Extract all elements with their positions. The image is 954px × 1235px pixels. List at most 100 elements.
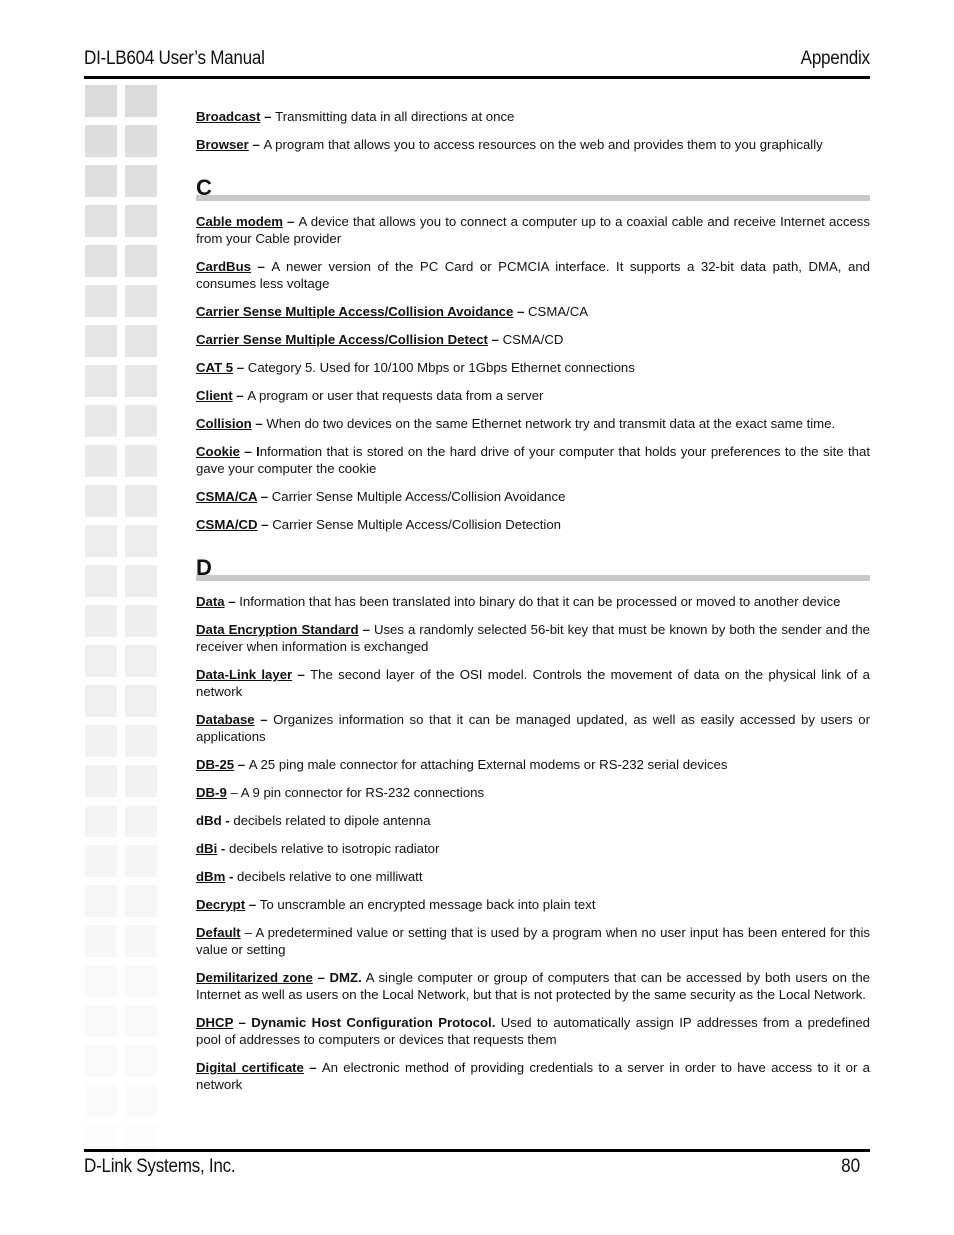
term-separator: – <box>248 137 264 152</box>
glossary-definition: decibels relative to one milliwatt <box>237 869 423 884</box>
decorative-square <box>85 845 117 877</box>
glossary-entry: DB-25 – A 25 ping male connector for att… <box>196 756 870 773</box>
glossary-definition: Carrier Sense Multiple Access/Collision … <box>272 517 561 532</box>
glossary-term: Data Encryption Standard <box>196 622 359 637</box>
glossary-definition: Organizes information so that it can be … <box>196 712 870 744</box>
glossary-entry: DB-9 – A 9 pin connector for RS-232 conn… <box>196 784 870 801</box>
term-separator: – <box>260 109 276 124</box>
section-letter: C <box>196 175 212 200</box>
glossary-term: CSMA/CD <box>196 517 258 532</box>
term-separator: - <box>217 841 229 856</box>
term-separator: – <box>233 360 248 375</box>
glossary-definition: CSMA/CA <box>528 304 589 319</box>
term-separator: – <box>513 304 529 319</box>
decorative-square <box>125 165 157 197</box>
glossary-definition: A program that allows you to access reso… <box>263 137 823 152</box>
glossary-term: dBd <box>196 813 222 828</box>
glossary-term: Client <box>196 388 233 403</box>
glossary-definition: A predetermined value or setting that is… <box>196 925 870 957</box>
decorative-square <box>125 245 157 277</box>
page-header-right: Appendix <box>84 48 870 76</box>
glossary-entry: Carrier Sense Multiple Access/Collision … <box>196 331 870 348</box>
glossary-definition: A 25 ping male connector for attaching E… <box>248 757 728 772</box>
company-name: D-Link Systems, Inc. <box>84 1156 236 1177</box>
term-separator: – <box>226 785 241 800</box>
glossary-entry: Digital certificate – An electronic meth… <box>196 1059 870 1093</box>
glossary-entry: Broadcast – Transmitting data in all dir… <box>196 108 870 125</box>
decorative-square <box>85 445 117 477</box>
decorative-square <box>85 1125 117 1157</box>
term-separator: – <box>487 332 503 347</box>
glossary-definition: When do two devices on the same Ethernet… <box>266 416 836 431</box>
decorative-square <box>85 125 117 157</box>
section-letter: D <box>196 555 212 580</box>
decorative-square <box>85 245 117 277</box>
decorative-square <box>125 1005 157 1037</box>
glossary-term: Browser <box>196 137 249 152</box>
decorative-square <box>125 925 157 957</box>
decorative-square <box>85 165 117 197</box>
glossary-term: Cable modem <box>196 214 283 229</box>
decorative-square <box>125 365 157 397</box>
term-separator: – <box>251 416 267 431</box>
decorative-square <box>85 925 117 957</box>
decorative-square <box>85 965 117 997</box>
decorative-square <box>85 885 117 917</box>
section-divider-bar <box>196 575 870 581</box>
glossary-term: DB-9 <box>196 785 227 800</box>
decorative-square <box>125 645 157 677</box>
glossary-entry: CSMA/CA – Carrier Sense Multiple Access/… <box>196 488 870 505</box>
glossary-definition: decibels relative to isotropic radiator <box>228 841 440 856</box>
decorative-square <box>125 845 157 877</box>
decorative-square <box>85 325 117 357</box>
term-separator: – <box>245 897 260 912</box>
glossary-definition: nformation that is stored on the hard dr… <box>196 444 870 476</box>
decorative-square <box>125 885 157 917</box>
glossary-definition: Information that has been translated int… <box>239 594 841 609</box>
glossary-entry: dBi - decibels relative to isotropic rad… <box>196 840 870 857</box>
decorative-square <box>85 365 117 397</box>
section-header-c: C <box>196 177 870 201</box>
decorative-square <box>125 1085 157 1117</box>
decorative-square <box>85 85 117 117</box>
decorative-square <box>85 765 117 797</box>
term-separator: – <box>234 757 249 772</box>
glossary-term: Demilitarized zone <box>196 970 313 985</box>
decorative-square <box>85 645 117 677</box>
term-separator: – DMZ. <box>312 970 362 985</box>
glossary-entry: Browser – A program that allows you to a… <box>196 136 870 153</box>
decorative-square <box>85 405 117 437</box>
glossary-definition: Transmitting data in all directions at o… <box>275 109 515 124</box>
decorative-square <box>85 1085 117 1117</box>
decorative-square <box>125 205 157 237</box>
glossary-definition: Carrier Sense Multiple Access/Collision … <box>271 489 566 504</box>
glossary-entry: Cable modem – A device that allows you t… <box>196 213 870 247</box>
term-separator: – <box>224 594 240 609</box>
term-separator: – <box>292 667 311 682</box>
glossary-term: Data-Link layer <box>196 667 293 682</box>
decorative-square <box>125 565 157 597</box>
glossary-term: CSMA/CA <box>196 489 258 504</box>
decorative-sidebar <box>85 85 159 1157</box>
glossary-term: Collision <box>196 416 252 431</box>
header-divider <box>84 76 870 79</box>
decorative-square <box>85 1045 117 1077</box>
glossary-definition: A program or user that requests data fro… <box>247 388 544 403</box>
decorative-square <box>125 765 157 797</box>
glossary-term: Broadcast <box>196 109 261 124</box>
term-separator: – <box>250 259 272 274</box>
decorative-square <box>85 805 117 837</box>
decorative-square <box>125 525 157 557</box>
glossary-entry: Client – A program or user that requests… <box>196 387 870 404</box>
decorative-square <box>125 285 157 317</box>
glossary-term: CAT 5 <box>196 360 234 375</box>
decorative-square <box>85 485 117 517</box>
decorative-square <box>85 1005 117 1037</box>
decorative-square <box>85 285 117 317</box>
decorative-square <box>85 205 117 237</box>
term-separator: – <box>358 622 374 637</box>
decorative-square <box>125 965 157 997</box>
glossary-term: Carrier Sense Multiple Access/Collision … <box>196 304 514 319</box>
glossary-term: CardBus <box>196 259 251 274</box>
decorative-square <box>125 725 157 757</box>
